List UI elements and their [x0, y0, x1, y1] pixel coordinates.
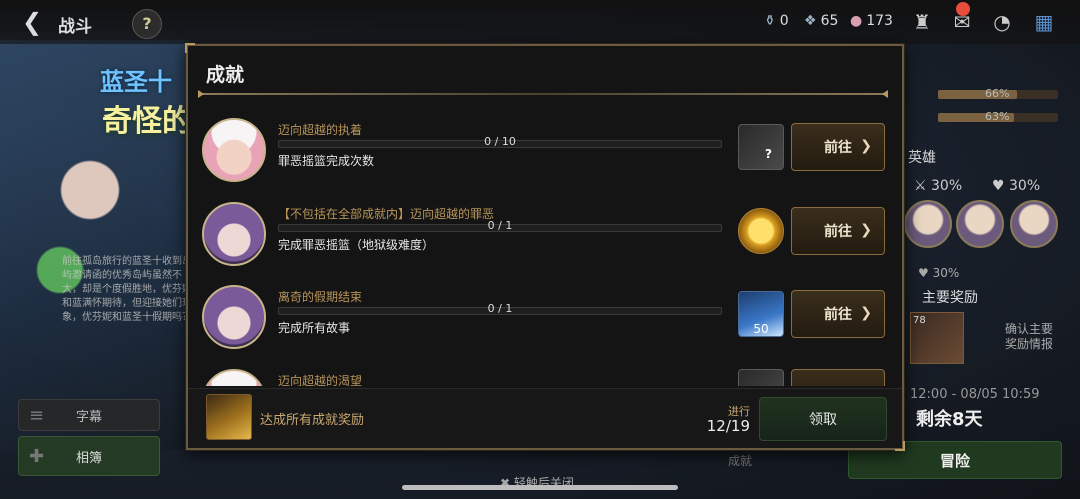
resource-gem: ● 173	[850, 13, 893, 29]
stat-other: ♥ 30%	[918, 266, 959, 280]
achievement-avatar	[202, 118, 266, 182]
crystal-icon[interactable]: 50	[738, 291, 784, 337]
help-button[interactable]: ?	[132, 9, 162, 39]
achievement-row: 【不包括在全部成就内】迈向超越的罪恶 0 / 1 完成罪恶摇篮（地狱级难度） 前…	[188, 190, 902, 274]
all-achievements-label: 达成所有成就奖励	[260, 413, 365, 428]
event-remaining-time: 剩余8天	[916, 409, 983, 430]
confirm-reward-line-1: 确认主要	[1005, 322, 1054, 336]
stat-attack: ⚔ 30%	[914, 178, 962, 194]
event-title-line-1: 蓝圣十	[100, 68, 172, 96]
resource-crystal-cluster: ❖ 65	[804, 13, 838, 29]
claim-button[interactable]: 领取	[759, 397, 887, 441]
top-bar: ❮ 战斗 ? ⚱ 0 ❖ 65 ● 173 ♜ ✉ ◔ ▦	[0, 0, 1080, 44]
achievement-progress-bar: 0 / 1	[278, 302, 722, 315]
achievement-progress-text: 0 / 10	[484, 135, 516, 148]
main-reward-count: 78	[913, 315, 926, 326]
gem-icon: ●	[850, 13, 863, 29]
claim-button-label: 领取	[809, 412, 837, 428]
heart-icon: ♥	[918, 266, 929, 280]
main-reward-label: 主要奖励	[922, 290, 978, 306]
mystery-box-icon[interactable]	[738, 124, 784, 170]
resource-potion-value: 0	[779, 13, 789, 29]
resource-potion: ⚱ 0	[764, 13, 789, 29]
potion-icon: ⚱	[764, 13, 776, 29]
adventure-button-label: 冒险	[939, 451, 970, 470]
resource-crystal-cluster-value: 65	[820, 13, 839, 29]
crystal-cluster-icon: ❖	[804, 13, 817, 29]
goto-button[interactable]: 前往 ❯	[791, 207, 885, 255]
chevron-right-icon: ❯	[860, 138, 872, 154]
achievement-title: 迈向超越的渴望	[278, 374, 363, 386]
notification-badge	[956, 2, 970, 16]
goto-button-label: 前往	[824, 224, 852, 240]
confirm-reward-info[interactable]: 确认主要 奖励情报	[1005, 322, 1053, 352]
stat-other-value: 30%	[932, 266, 960, 280]
achievement-avatar	[202, 285, 266, 349]
album-button[interactable]: ✚ 相簿	[18, 436, 160, 476]
gold-coin-icon[interactable]	[738, 208, 784, 254]
event-date-range: 12:00 - 08/05 10:59	[910, 387, 1040, 402]
achievement-progress-text: 0 / 1	[487, 302, 513, 315]
goto-button[interactable]: 前往 ❯	[791, 123, 885, 171]
event-story-text: 前往孤岛旅行的蓝圣十收到岛屿邀请函的优秀岛屿虽然不大，却是个度假胜地，优芬妮和蓝…	[62, 256, 192, 323]
progress-bar-2-label: 63%	[985, 110, 1010, 123]
achievement-description: 罪恶摇篮完成次数	[278, 154, 375, 168]
stat-hp-value: 30%	[1009, 178, 1041, 194]
main-reward-item[interactable]: 78	[910, 312, 964, 364]
achievement-avatar	[202, 369, 266, 386]
achievement-description: 完成所有故事	[278, 321, 351, 335]
achievement-avatar	[202, 202, 266, 266]
achievement-progress-text: 0 / 1	[487, 219, 513, 232]
bonus-hero-avatar[interactable]	[904, 200, 952, 248]
back-arrow-icon[interactable]: ❮	[22, 8, 42, 36]
overall-progress-value: 12/19	[706, 417, 750, 435]
goto-button[interactable]: 前往 ❯	[791, 290, 885, 338]
page-title: 战斗	[58, 17, 92, 37]
achievement-progress-bar: 0 / 10	[278, 135, 722, 148]
guild-icon[interactable]: ♜	[908, 9, 936, 35]
modal-divider	[198, 90, 888, 98]
confirm-reward-line-2: 奖励情报	[1005, 337, 1054, 351]
screen: 蓝圣十 奇怪的 前往孤岛旅行的蓝圣十收到岛屿邀请函的优秀岛屿虽然不大，却是个度假…	[0, 0, 1080, 499]
goto-button[interactable]	[791, 369, 885, 386]
reward-icon[interactable]	[738, 369, 784, 386]
progress-bar-1-label: 66%	[985, 87, 1010, 100]
home-indicator[interactable]	[402, 485, 678, 490]
achievement-row: 迈向超越的渴望	[188, 357, 902, 386]
bonus-hero-avatar[interactable]	[1010, 200, 1058, 248]
event-title-line-2: 奇怪的	[102, 104, 192, 139]
achievement-row: 离奇的假期结束 0 / 1 完成所有故事 50 前往 ❯	[188, 273, 902, 357]
sword-icon: ⚔	[914, 178, 927, 194]
subtitle-button-label: 字幕	[75, 409, 102, 425]
chevron-right-icon: ❯	[860, 305, 872, 321]
chevron-right-icon: ❯	[860, 222, 872, 238]
achievement-progress-bar: 0 / 1	[278, 219, 722, 232]
puzzle-icon: ✚	[29, 445, 45, 467]
stat-attack-value: 30%	[931, 178, 963, 194]
goto-button-label: 前往	[824, 307, 852, 323]
all-achievements-footer: 达成所有成就奖励 进行 12/19 领取	[188, 388, 902, 448]
reward-quantity: 50	[753, 322, 769, 336]
bonus-hero-avatar[interactable]	[956, 200, 1004, 248]
subtitle-button[interactable]: ≡ 字幕	[18, 399, 160, 431]
album-button-label: 相簿	[75, 450, 102, 466]
stat-hp: ♥ 30%	[992, 178, 1040, 194]
achievements-modal: 成就 迈向超越的执着 0 / 10 罪恶摇篮完成次数 前往 ❯ 【不包括在全	[185, 43, 905, 451]
achievement-tab[interactable]: 成就	[728, 452, 752, 469]
modal-title: 成就	[206, 64, 245, 86]
trophy-reward-icon[interactable]	[206, 394, 252, 440]
achievement-description: 完成罪恶摇篮（地狱级难度）	[278, 238, 435, 252]
achievement-row: 迈向超越的执着 0 / 10 罪恶摇篮完成次数 前往 ❯	[188, 106, 902, 190]
menu-grid-icon[interactable]: ▦	[1030, 9, 1058, 35]
achievement-list[interactable]: 迈向超越的执着 0 / 10 罪恶摇篮完成次数 前往 ❯ 【不包括在全部成就内】…	[188, 106, 902, 386]
scroll-icon: ≡	[29, 404, 45, 426]
chat-icon[interactable]: ◔	[988, 9, 1016, 35]
resource-gem-value: 173	[866, 13, 893, 29]
heart-icon: ♥	[992, 178, 1005, 194]
heroes-label: 英雄	[908, 150, 936, 166]
goto-button-label: 前往	[824, 140, 852, 156]
